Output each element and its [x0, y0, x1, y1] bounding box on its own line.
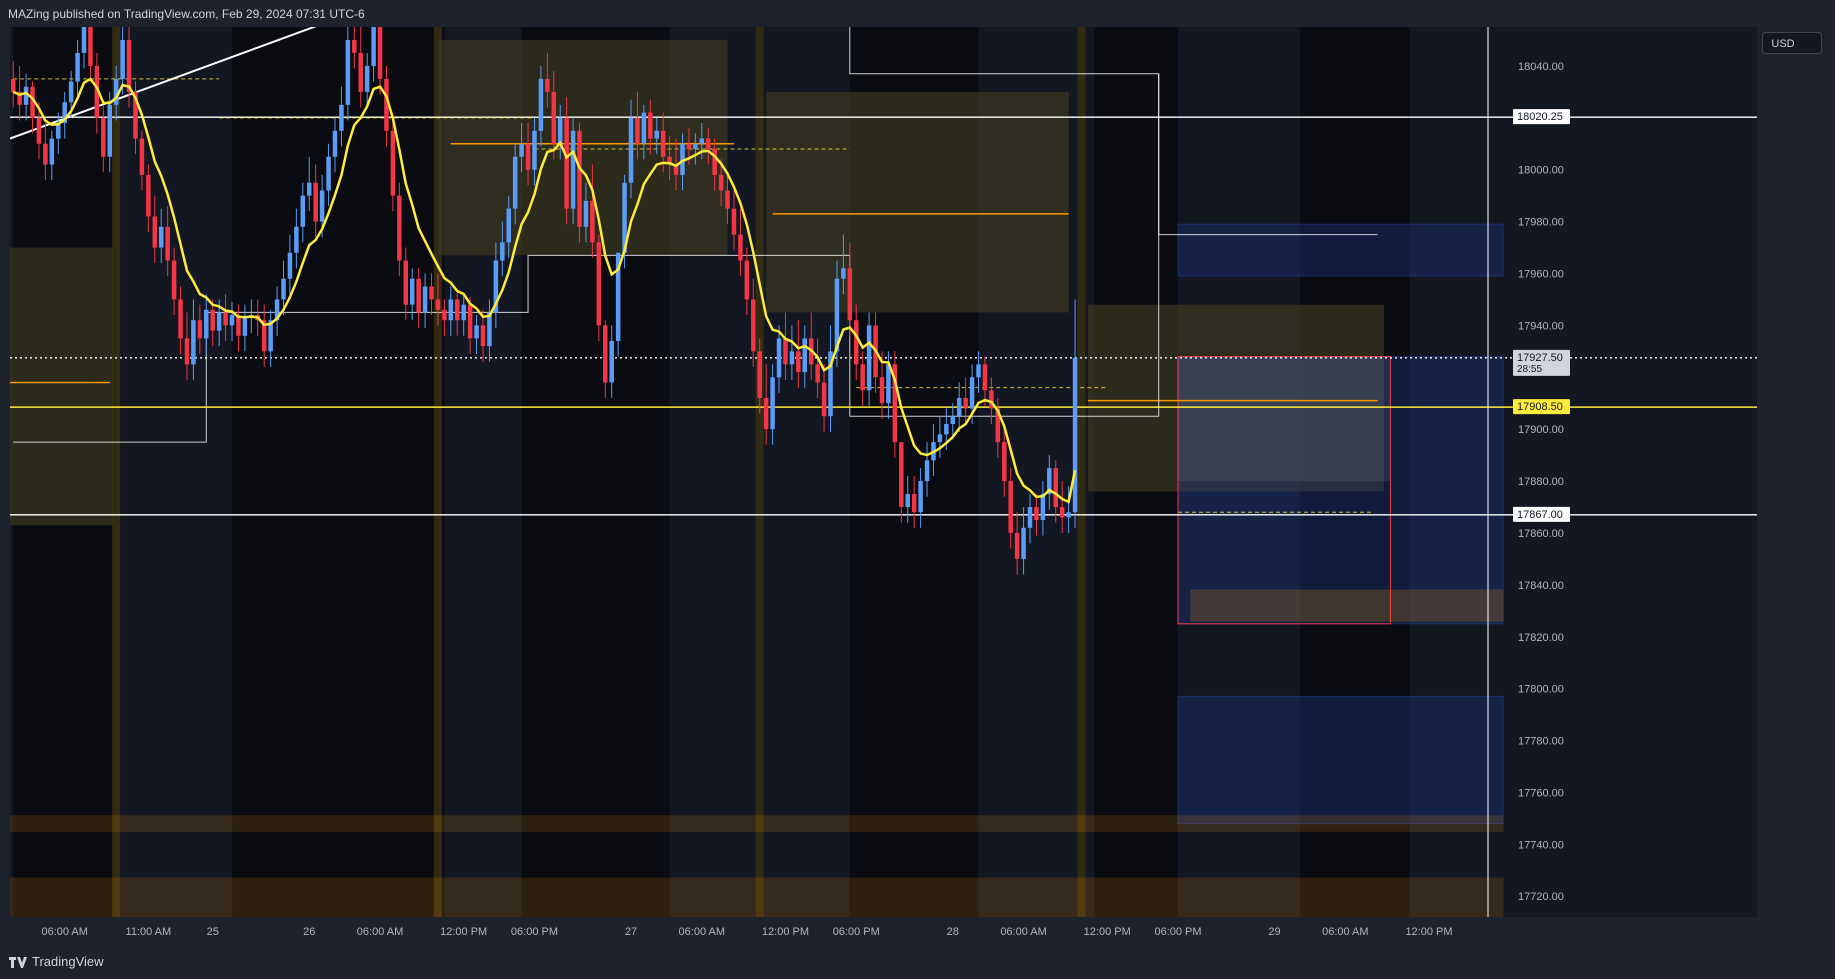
footer-brand: TradingView	[8, 954, 104, 969]
x-tick-label: 12:00 PM	[440, 926, 487, 938]
y-tick-label: 17980.00	[1518, 217, 1564, 229]
x-tick-label: 06:00 AM	[1322, 926, 1368, 938]
y-tick-label: 17860.00	[1518, 528, 1564, 540]
currency-button[interactable]: USD	[1762, 32, 1822, 54]
y-tick-label: 17960.00	[1518, 269, 1564, 281]
y-tick-label: 17900.00	[1518, 424, 1564, 436]
price-time-axes: 18040.00 18000.00 17980.00 17960.00 17940.00…	[41, 61, 1570, 938]
y-tick-label: 17780.00	[1518, 736, 1564, 748]
x-tick-label: 06:00 AM	[357, 926, 403, 938]
price-label-text: 18020.25	[1517, 111, 1563, 123]
x-tick-label: 06:00 AM	[679, 926, 725, 938]
y-tick-label: 17820.00	[1518, 632, 1564, 644]
y-tick-label: 17880.00	[1518, 476, 1564, 488]
y-tick-label: 17800.00	[1518, 684, 1564, 696]
price-label-text: 17908.50	[1517, 401, 1563, 413]
x-tick-label: 28	[947, 926, 959, 938]
x-tick-label: 26	[303, 926, 315, 938]
x-tick-label: 12:00 PM	[762, 926, 809, 938]
tradingview-logo-icon	[9, 956, 27, 968]
y-tick-label: 17760.00	[1518, 787, 1564, 799]
countdown-label: 28:55	[1517, 364, 1542, 375]
x-tick-label: 12:00 PM	[1405, 926, 1452, 938]
footer-brand-label: TradingView	[32, 954, 104, 969]
y-tick-label: 17940.00	[1518, 320, 1564, 332]
y-tick-label: 17720.00	[1518, 891, 1564, 903]
y-tick-label: 17840.00	[1518, 580, 1564, 592]
x-tick-label: 11:00 AM	[126, 926, 172, 938]
y-tick-label: 17740.00	[1518, 839, 1564, 851]
y-tick-label: 18040.00	[1518, 61, 1564, 73]
price-label-text: 17927.50	[1517, 352, 1563, 364]
x-tick-label: 06:00 AM	[41, 926, 87, 938]
y-tick-label: 18000.00	[1518, 165, 1564, 177]
x-tick-label: 06:00 PM	[511, 926, 558, 938]
x-tick-label: 06:00 AM	[1000, 926, 1046, 938]
x-tick-label: 25	[207, 926, 219, 938]
x-tick-label: 06:00 PM	[833, 926, 880, 938]
x-tick-label: 12:00 PM	[1084, 926, 1131, 938]
x-tick-label: 29	[1268, 926, 1280, 938]
currency-label: USD	[1771, 38, 1795, 50]
x-tick-label: 27	[625, 926, 637, 938]
x-tick-label: 06:00 PM	[1154, 926, 1201, 938]
price-label-text: 17867.00	[1517, 509, 1563, 521]
